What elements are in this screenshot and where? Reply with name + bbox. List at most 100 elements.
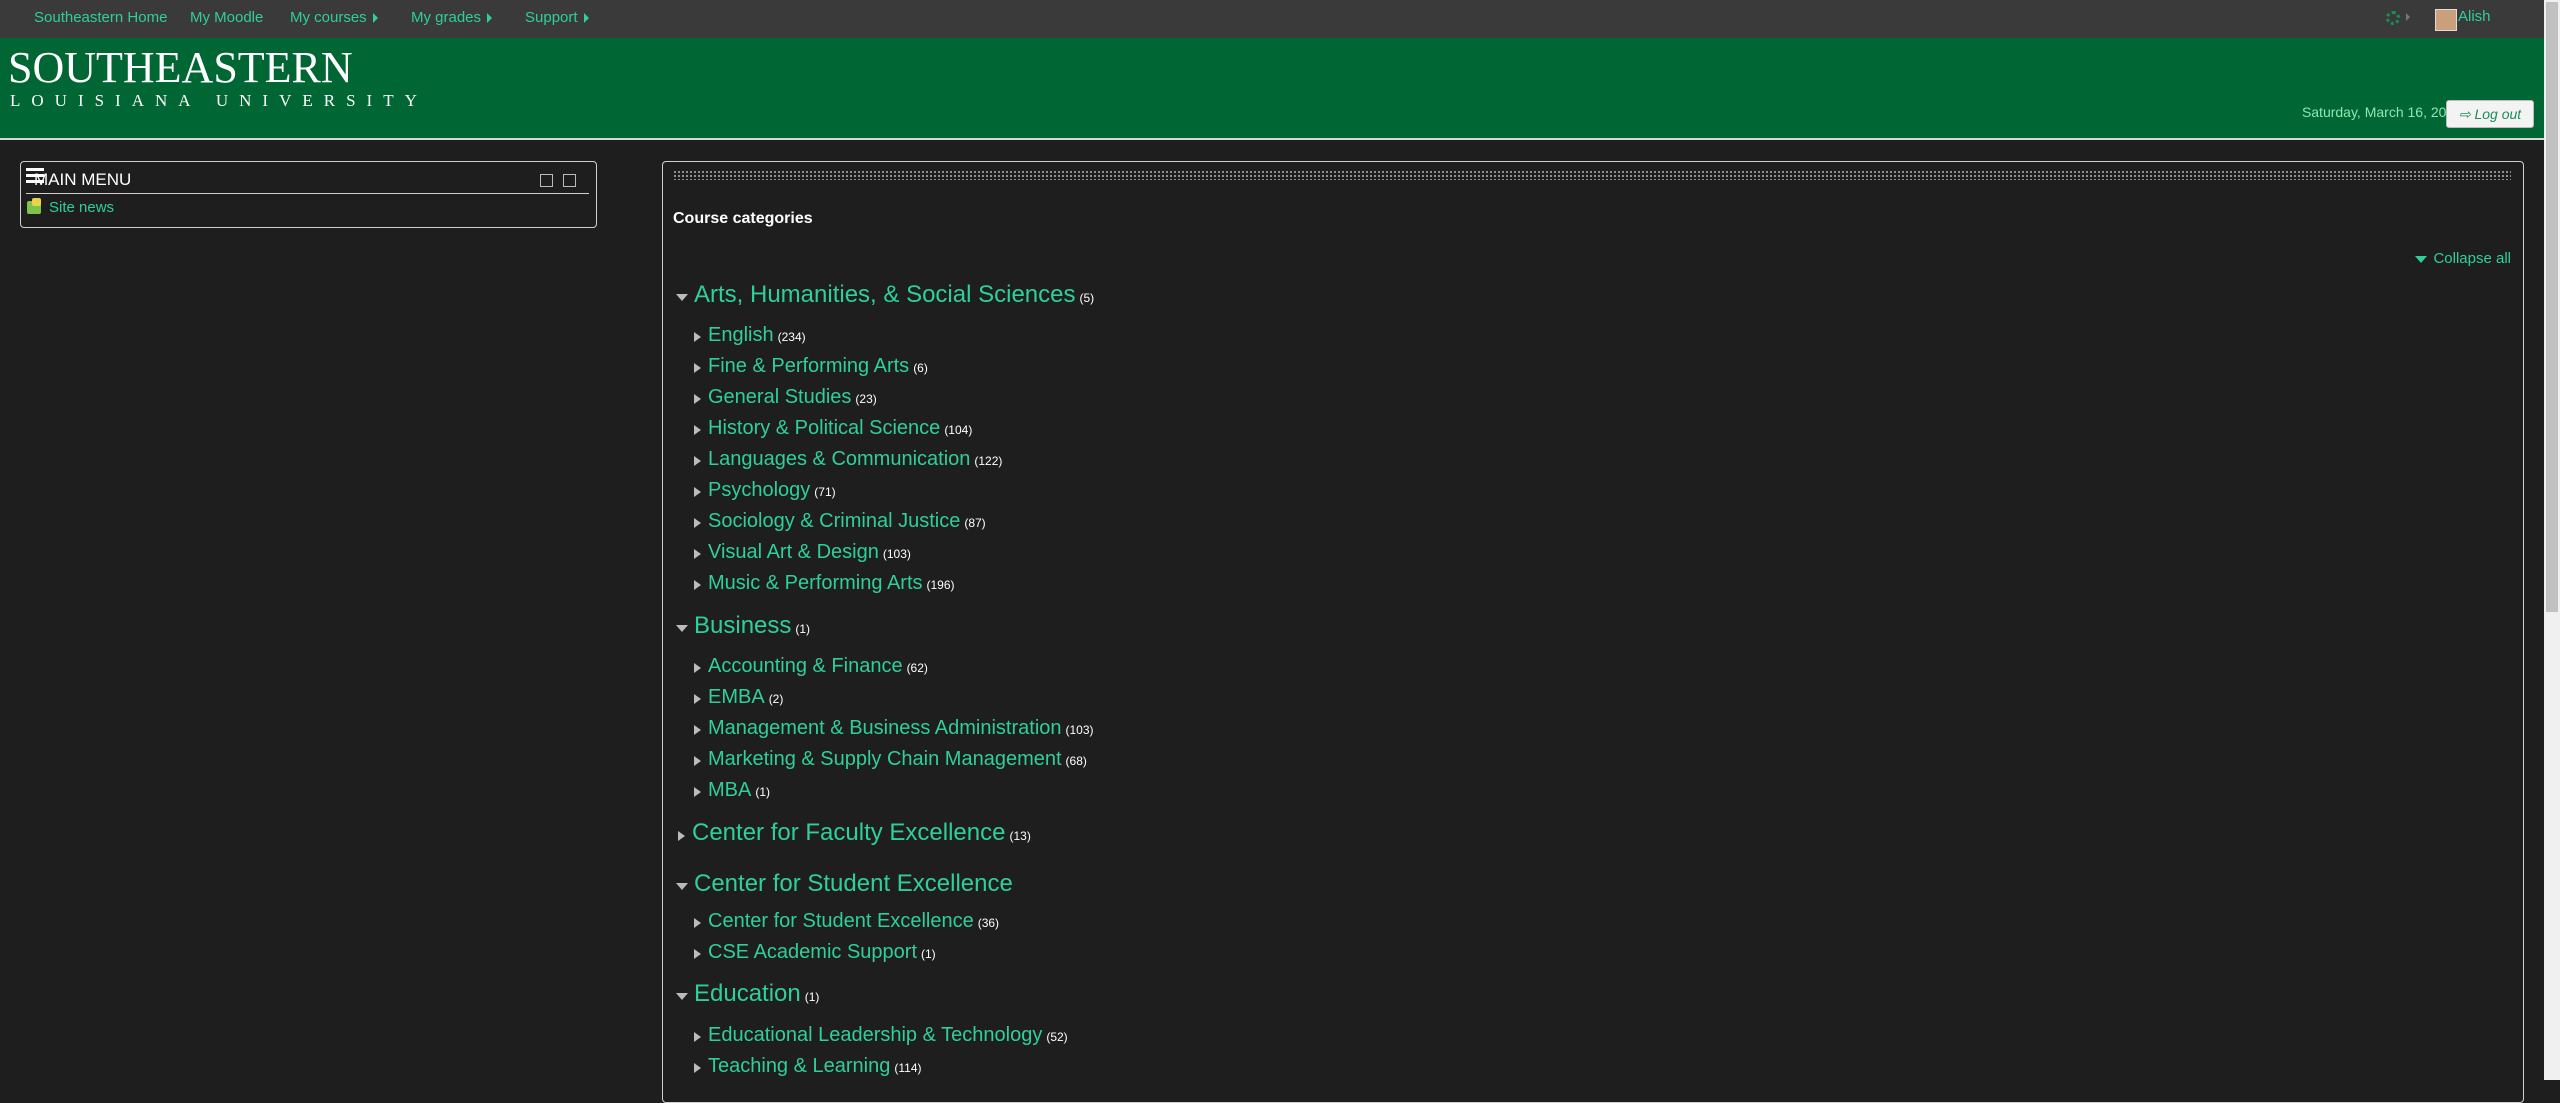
subcategory-count: (122) xyxy=(974,454,1003,468)
nav-my-moodle[interactable]: My Moodle xyxy=(190,0,263,38)
triangle-right-icon xyxy=(694,486,701,497)
nav-support[interactable]: Support xyxy=(525,0,589,38)
subcategory-languages-communication[interactable]: Languages & Communication (122) xyxy=(694,448,1002,471)
subcategory-english[interactable]: English (234) xyxy=(694,324,806,347)
category-count: (13) xyxy=(1009,829,1031,843)
triangle-right-icon xyxy=(694,424,701,435)
subcategory-label[interactable]: Psychology xyxy=(708,479,810,501)
subcategory-educational-leadership-technology[interactable]: Educational Leadership & Technology (52) xyxy=(694,1024,1068,1047)
subcategory-label[interactable]: General Studies xyxy=(708,386,851,408)
subcategory-label[interactable]: Music & Performing Arts xyxy=(708,572,923,594)
nav-my-moodle-label: My Moodle xyxy=(190,9,264,26)
subcategory-count: (87) xyxy=(964,516,986,530)
triangle-right-icon xyxy=(694,662,701,673)
subcategory-management-business-admin[interactable]: Management & Business Administration (103… xyxy=(694,717,1094,740)
subcategory-label[interactable]: Teaching & Learning xyxy=(708,1055,890,1077)
subcategory-label[interactable]: Languages & Communication xyxy=(708,448,970,470)
subcategory-label[interactable]: Visual Art & Design xyxy=(708,541,879,563)
caret-right-icon xyxy=(372,13,378,24)
subcategory-psychology[interactable]: Psychology (71) xyxy=(694,479,836,502)
subcategory-teaching-learning[interactable]: Teaching & Learning (114) xyxy=(694,1055,921,1078)
subcategory-label[interactable]: Sociology & Criminal Justice xyxy=(708,510,960,532)
avatar[interactable] xyxy=(2435,9,2457,31)
subcategory-label[interactable]: Marketing & Supply Chain Management xyxy=(708,748,1062,770)
triangle-right-icon xyxy=(694,948,701,959)
subcategory-history-political-science[interactable]: History & Political Science (104) xyxy=(694,417,972,440)
nav-my-courses[interactable]: My courses xyxy=(290,0,378,38)
subcategory-label[interactable]: Center for Student Excellence xyxy=(708,910,974,932)
subcategory-center-student-excellence[interactable]: Center for Student Excellence (36) xyxy=(694,910,999,933)
subcategory-accounting-finance[interactable]: Accounting & Finance (62) xyxy=(694,655,928,678)
subcategory-marketing-supply-chain[interactable]: Marketing & Supply Chain Management (68) xyxy=(694,748,1087,771)
subcategory-count: (1) xyxy=(755,785,771,799)
subcategory-count: (234) xyxy=(777,330,806,344)
scrollbar-thumb[interactable] xyxy=(2546,2,2558,612)
site-header: SOUTHEASTERN LOUISIANA UNIVERSITY Saturd… xyxy=(0,38,2544,140)
subcategory-fine-performing-arts[interactable]: Fine & Performing Arts (6) xyxy=(694,355,928,378)
site-news-link[interactable]: Site news xyxy=(49,199,114,216)
main-menu-title: MAIN MENU xyxy=(34,170,132,189)
subcategory-label[interactable]: Management & Business Administration xyxy=(708,717,1062,739)
subcategory-music-performing-arts[interactable]: Music & Performing Arts (196) xyxy=(694,572,955,595)
user-menu[interactable]: Alish xyxy=(2458,8,2495,25)
triangle-right-icon xyxy=(694,393,701,404)
triangle-right-icon xyxy=(694,579,701,590)
triangle-down-icon xyxy=(676,883,688,891)
logout-button[interactable]: ⇨ Log out xyxy=(2446,100,2534,128)
category-label[interactable]: Center for Student Excellence xyxy=(694,870,1013,897)
subcategory-mba[interactable]: MBA (1) xyxy=(694,779,770,802)
category-education[interactable]: Education (1) xyxy=(676,980,819,1008)
subcategory-label[interactable]: English xyxy=(708,324,774,346)
triangle-right-icon xyxy=(694,724,701,735)
subcategory-label[interactable]: MBA xyxy=(708,779,751,801)
category-label[interactable]: Education xyxy=(694,980,801,1007)
triangle-right-icon xyxy=(694,362,701,373)
logo-sub-text: LOUISIANA UNIVERSITY xyxy=(10,91,428,110)
subcategory-count: (103) xyxy=(882,547,911,561)
subcategory-label[interactable]: Fine & Performing Arts xyxy=(708,355,909,377)
triangle-right-icon xyxy=(694,1031,701,1042)
triangle-right-icon xyxy=(694,693,701,704)
subcategory-label[interactable]: Accounting & Finance xyxy=(708,655,903,677)
triangle-right-icon xyxy=(694,548,701,559)
triangle-right-icon xyxy=(694,1062,701,1073)
collapse-all-link[interactable]: Collapse all xyxy=(2415,250,2511,267)
subcategory-count: (1) xyxy=(921,947,936,961)
category-count: (1) xyxy=(795,622,811,636)
logout-icon: ⇨ xyxy=(2458,106,2475,122)
category-label[interactable]: Arts, Humanities, & Social Sciences xyxy=(694,281,1075,308)
subcategory-count: (36) xyxy=(977,916,1000,930)
subcategory-count: (68) xyxy=(1065,754,1087,768)
category-count: (5) xyxy=(1079,291,1095,305)
subcategory-emba[interactable]: EMBA (2) xyxy=(694,686,783,709)
nav-southeastern-home[interactable]: Southeastern Home xyxy=(34,0,167,38)
nav-support-label: Support xyxy=(525,9,578,26)
nav-southeastern-home-label: Southeastern Home xyxy=(34,9,168,26)
subcategory-count: (23) xyxy=(855,392,877,406)
category-label[interactable]: Center for Faculty Excellence xyxy=(692,819,1005,846)
drag-handle[interactable] xyxy=(673,170,2511,180)
subcategory-cse-academic-support[interactable]: CSE Academic Support (1) xyxy=(694,941,936,964)
subcategory-visual-art-design[interactable]: Visual Art & Design (103) xyxy=(694,541,911,564)
subcategory-general-studies[interactable]: General Studies (23) xyxy=(694,386,877,409)
subcategory-label[interactable]: EMBA xyxy=(708,686,765,708)
triangle-down-icon xyxy=(676,294,688,302)
logout-label: Log out xyxy=(2474,106,2522,122)
gear-icon[interactable] xyxy=(2386,11,2400,25)
subcategory-count: (103) xyxy=(1065,723,1094,737)
category-arts-humanities[interactable]: Arts, Humanities, & Social Sciences (5) xyxy=(676,281,1094,309)
subcategory-sociology-criminal-justice[interactable]: Sociology & Criminal Justice (87) xyxy=(694,510,986,533)
category-center-faculty-excellence[interactable]: Center for Faculty Excellence (13) xyxy=(678,819,1031,847)
subcategory-label[interactable]: Educational Leadership & Technology xyxy=(708,1024,1042,1046)
category-business[interactable]: Business (1) xyxy=(676,612,810,640)
triangle-down-icon xyxy=(676,993,688,1001)
minimize-icon[interactable] xyxy=(540,174,553,187)
category-center-student-excellence[interactable]: Center for Student Excellence xyxy=(676,870,1017,898)
category-label[interactable]: Business xyxy=(694,612,791,639)
subcategory-label[interactable]: History & Political Science xyxy=(708,417,940,439)
caret-right-icon xyxy=(487,13,493,24)
nav-my-grades[interactable]: My grades xyxy=(411,0,493,38)
subcategory-label[interactable]: CSE Academic Support xyxy=(708,941,917,963)
logo-main-text[interactable]: SOUTHEASTERN xyxy=(8,44,353,92)
dock-icon[interactable] xyxy=(563,174,576,187)
